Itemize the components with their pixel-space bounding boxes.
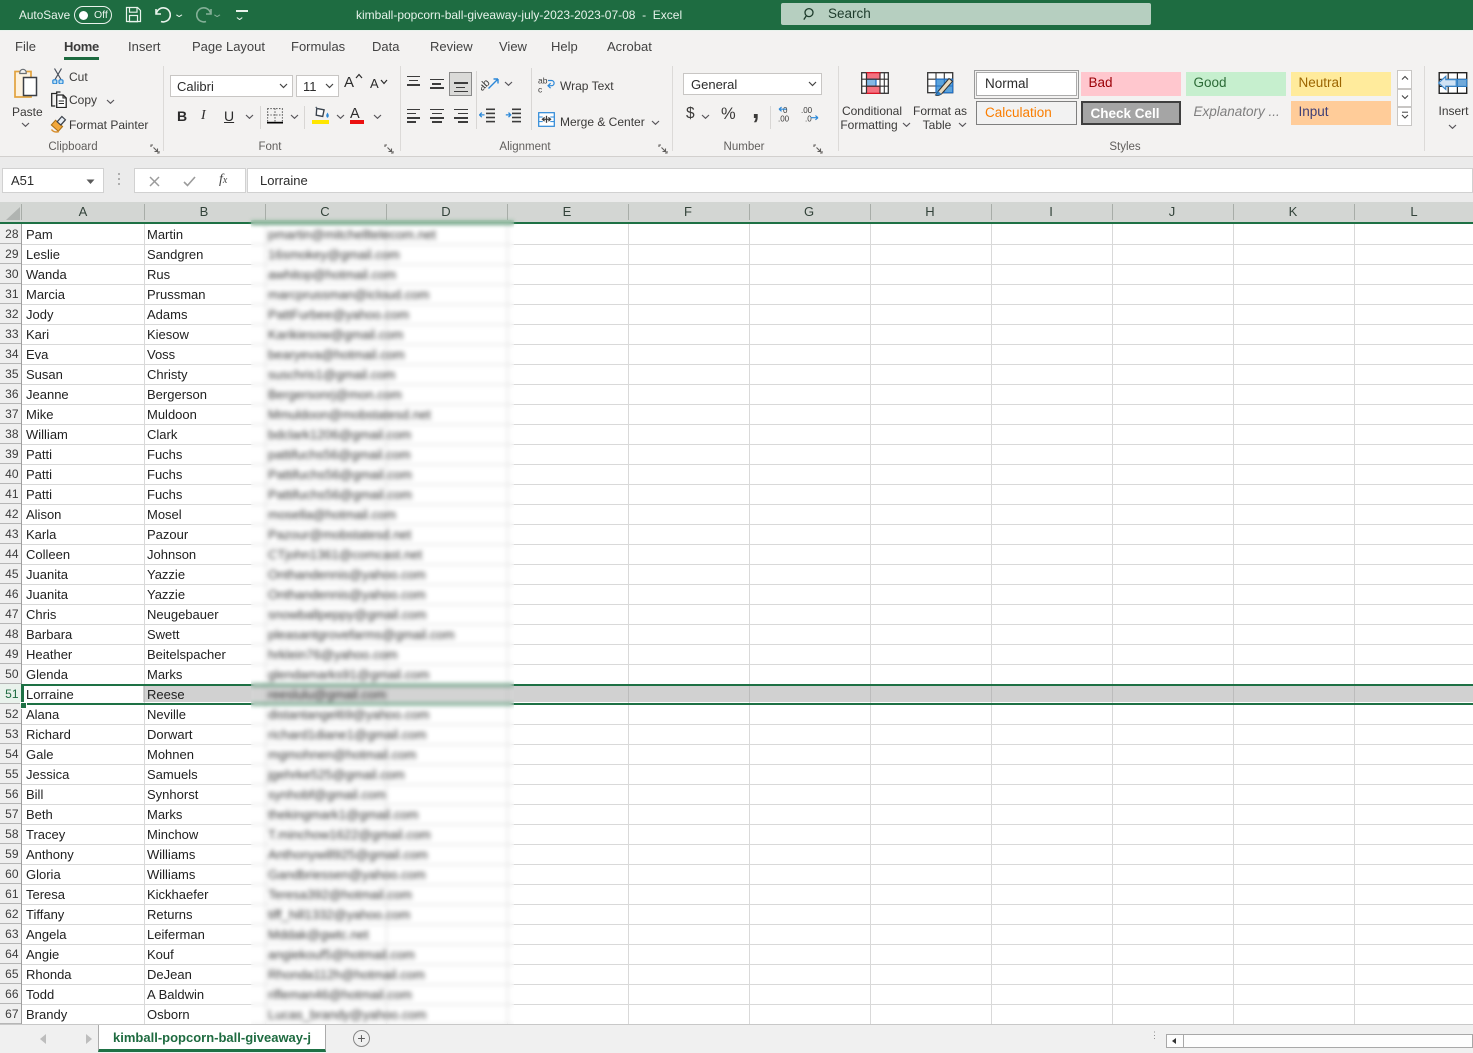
- svg-text:c: c: [538, 85, 543, 94]
- svg-text:.00: .00: [778, 115, 790, 123]
- svg-text:ab: ab: [481, 77, 493, 92]
